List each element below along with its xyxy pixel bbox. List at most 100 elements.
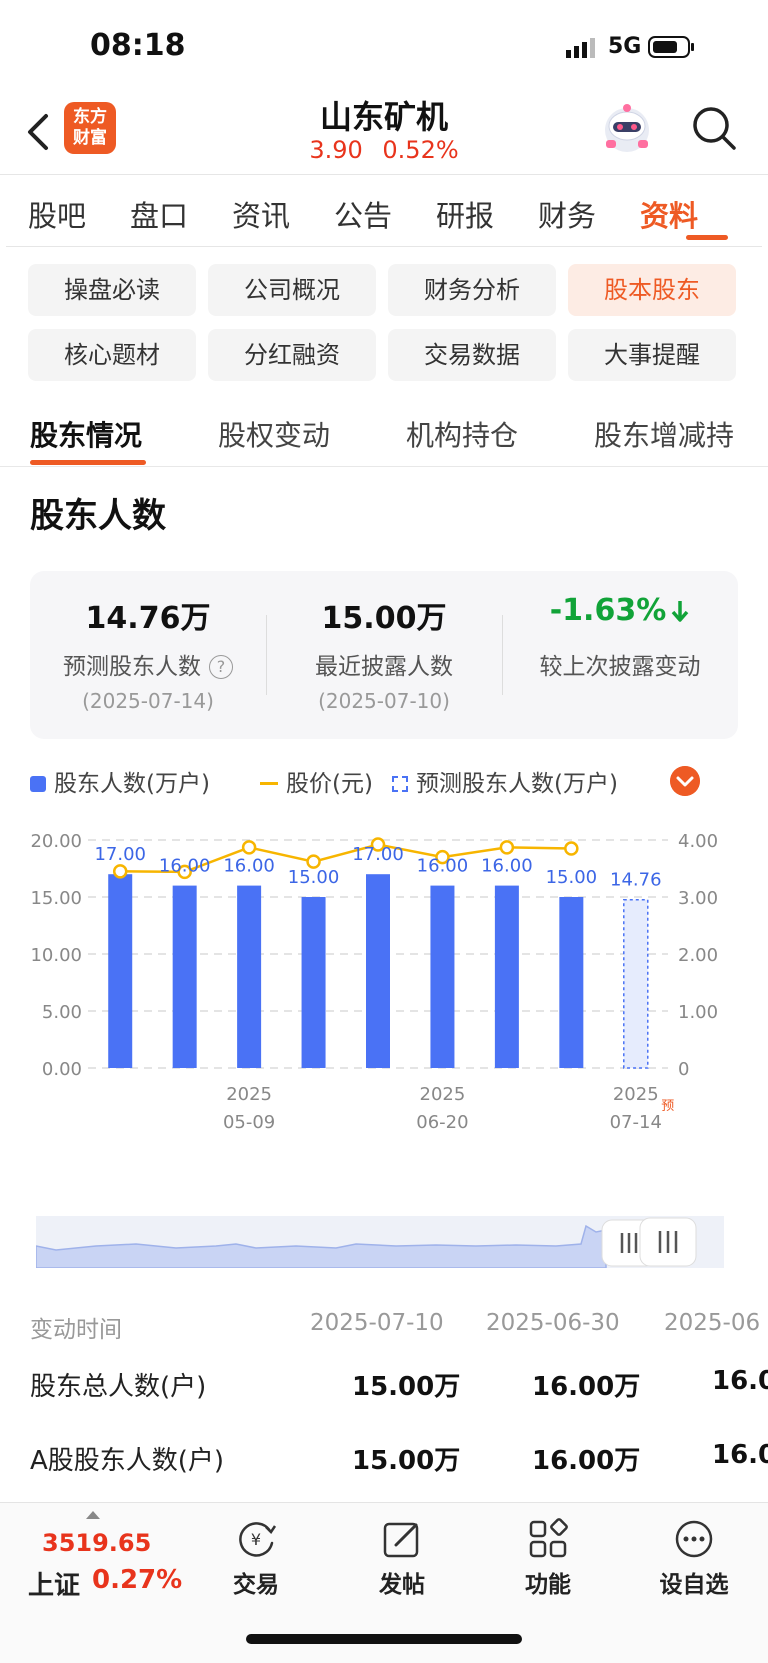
nav-trade[interactable]: ¥ 交易: [206, 1517, 306, 1613]
battery-icon: [648, 36, 694, 58]
trade-icon: ¥: [239, 1522, 277, 1557]
legend-price[interactable]: 股价(元): [260, 764, 373, 798]
row-value: 16.00万: [532, 1372, 641, 1402]
subtab-holder-status[interactable]: 股东情况: [30, 414, 142, 454]
stat-forecast-value: 14.76万: [85, 601, 211, 636]
chip-company-overview[interactable]: 公司概况: [208, 264, 376, 316]
nav-functions-label: 功能: [525, 1572, 571, 1598]
forecast-tag: 预: [661, 1099, 674, 1114]
y-axis-right-tick: 1.00: [678, 1002, 718, 1023]
arrow-down-icon: [671, 601, 689, 622]
holders-chart: 20.00 4.00 15.00 3.00 10.00 2.00 5.00 1.00 0.00 0…: [30, 831, 718, 1133]
nav-watchlist[interactable]: 设自选: [644, 1517, 744, 1613]
holder-stats-card: 14.76万 预测股东人数? (2025-07-14) 15.00万 最近披露人…: [30, 571, 738, 739]
stat-latest-value: 15.00万: [321, 601, 447, 636]
stat-latest-date: (2025-07-10): [318, 689, 450, 713]
chip-event-reminders[interactable]: 大事提醒: [568, 329, 736, 381]
stat-change-value-row: -1.63%: [502, 593, 738, 628]
expand-up-icon[interactable]: [86, 1511, 100, 1519]
row-value: 16.0: [712, 1440, 768, 1470]
range-navigator[interactable]: [36, 1216, 724, 1268]
y-axis-right-tick: 3.00: [678, 888, 718, 909]
tab-guba[interactable]: 股吧: [28, 193, 86, 235]
price-point: [306, 854, 321, 869]
table-col-date: 2025-06: [664, 1310, 761, 1336]
row-value: 16.00万: [532, 1446, 641, 1476]
chart-legend: 股东人数(万户) 股价(元) 预测股东人数(万户): [30, 764, 750, 800]
legend-forecast[interactable]: 预测股东人数(万户): [392, 764, 618, 798]
subtab-holder-changes[interactable]: 股东增减持: [594, 414, 734, 454]
stat-change-value: -1.63%: [549, 593, 667, 628]
home-indicator: [246, 1634, 522, 1644]
nav-post[interactable]: 发帖: [352, 1517, 452, 1613]
sub-tab-bar: 股东情况 股权变动 机构持仓 股东增减持: [0, 400, 768, 466]
x-axis-tick-year: 2025: [226, 1084, 272, 1105]
y-axis-left-tick: 15.00: [30, 888, 82, 909]
tab-pankou[interactable]: 盘口: [130, 193, 188, 235]
y-axis-left-tick: 5.00: [42, 1002, 82, 1023]
legend-forecast-label: 预测股东人数(万户): [416, 771, 618, 797]
active-tab-indicator: [686, 235, 728, 240]
chip-core-themes[interactable]: 核心题材: [28, 329, 196, 381]
y-axis-right-tick: 2.00: [678, 945, 718, 966]
subtab-institutional-holdings[interactable]: 机构持仓: [406, 414, 518, 454]
bar-value-label: 15.00: [288, 867, 340, 888]
stock-header: 东方 财富 山东矿机 3.90 0.52%: [0, 92, 768, 174]
x-axis-tick-date: 07-14: [610, 1112, 662, 1133]
index-value: 3519.65: [42, 1529, 152, 1557]
active-subtab-indicator: [30, 460, 146, 465]
nav-functions[interactable]: 功能: [498, 1517, 598, 1613]
legend-line-swatch: [260, 782, 278, 785]
legend-bar-swatch: [30, 776, 46, 792]
bar: [237, 885, 262, 1068]
index-name: 上证: [28, 1571, 81, 1601]
signal-icon: [566, 38, 595, 58]
chip-financial-analysis[interactable]: 财务分析: [388, 264, 556, 316]
bar: [172, 885, 197, 1068]
x-axis-tick-year: 2025: [613, 1084, 659, 1105]
help-icon[interactable]: ?: [209, 655, 233, 679]
row-value: 15.00万: [352, 1372, 461, 1402]
row-label: A股股东人数(户): [30, 1446, 225, 1476]
table-header-label: 变动时间: [30, 1317, 122, 1343]
y-axis-right-tick: 0: [678, 1059, 689, 1080]
status-time: 08:18: [90, 28, 186, 63]
chip-dividends-financing[interactable]: 分红融资: [208, 329, 376, 381]
nav-watchlist-label: 设自选: [659, 1572, 729, 1598]
tab-finance[interactable]: 财务: [538, 193, 596, 235]
bar: [366, 874, 390, 1068]
bar-value-label: 16.00: [223, 856, 275, 877]
chip-trading-data[interactable]: 交易数据: [388, 329, 556, 381]
legend-price-label: 股价(元): [286, 771, 373, 797]
index-change-pct: 0.27%: [92, 1565, 183, 1595]
bar: [301, 897, 326, 1068]
forecast-bar: [623, 898, 649, 1069]
price-point: [564, 841, 579, 856]
stat-change: -1.63% 较上次披露变动: [502, 571, 738, 739]
search-icon[interactable]: [690, 104, 738, 152]
stock-price: 3.90: [309, 136, 363, 164]
table-col-date: 2025-07-10: [310, 1310, 444, 1336]
nav-post-label: 发帖: [379, 1572, 425, 1598]
y-axis-left-tick: 0.00: [42, 1059, 82, 1080]
chevron-down-badge-icon[interactable]: [670, 766, 700, 796]
subtab-equity-changes[interactable]: 股权变动: [218, 414, 330, 454]
tab-announcements[interactable]: 公告: [334, 193, 392, 235]
grid-icon: [529, 1518, 568, 1558]
bar: [430, 885, 455, 1068]
bar-value-label: 16.00: [417, 856, 469, 877]
tab-news[interactable]: 资讯: [232, 193, 290, 235]
chip-shares-holders[interactable]: 股本股东: [568, 264, 736, 316]
stat-forecast: 14.76万 预测股东人数? (2025-07-14): [30, 571, 266, 739]
robot-assistant-icon[interactable]: [600, 100, 654, 156]
tabs-divider: [6, 246, 762, 247]
tab-research[interactable]: 研报: [436, 193, 494, 235]
network-type: 5G: [608, 34, 642, 59]
tab-profile[interactable]: 资料: [640, 193, 698, 235]
y-axis-right-tick: 4.00: [678, 831, 718, 852]
more-icon: [675, 1520, 713, 1558]
chip-trading-guide[interactable]: 操盘必读: [28, 264, 196, 316]
row-value: 16.0: [712, 1366, 768, 1396]
x-axis-tick-year: 2025: [420, 1084, 466, 1105]
legend-bars[interactable]: 股东人数(万户): [30, 764, 210, 798]
